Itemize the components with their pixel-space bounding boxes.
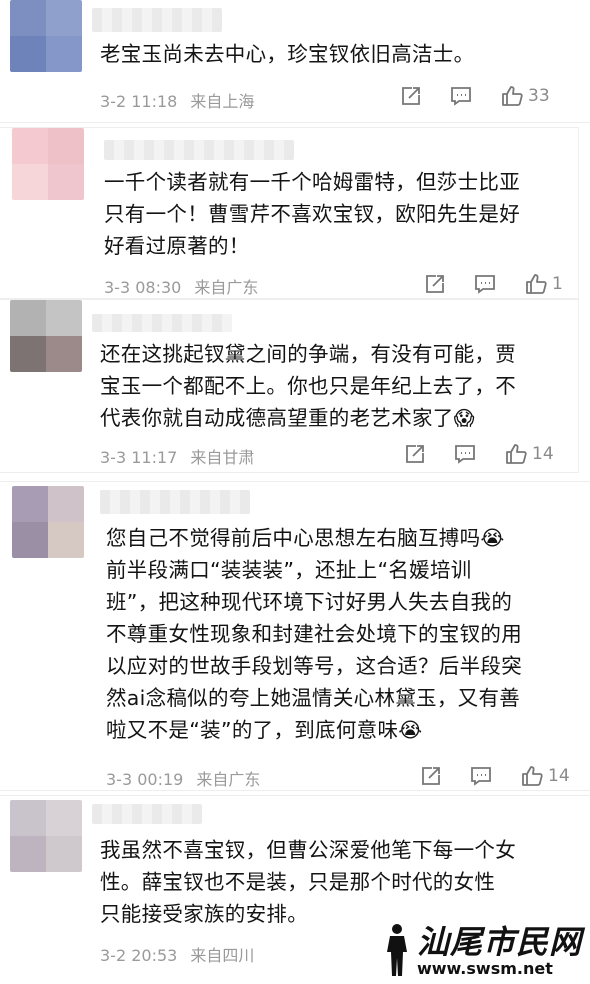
comment-time: 3-3 08:30 <box>104 278 182 297</box>
avatar-block <box>12 128 48 164</box>
site-watermark: 汕尾市民网 www.swsm.net <box>377 922 582 978</box>
comment-time: 3-2 11:18 <box>100 92 178 111</box>
comment-icon <box>455 445 475 464</box>
avatar-block <box>46 800 82 836</box>
username-blurred[interactable] <box>92 804 202 824</box>
avatar-block <box>10 336 46 372</box>
like-button[interactable]: 1 <box>524 272 563 296</box>
reply-button[interactable] <box>474 273 496 295</box>
comment-card: 您自己不觉得前后中心思想左右脑互搏吗😭 前半段满口“装装装”，还扯上“名媛培训 … <box>0 482 590 790</box>
comment-meta: 3-2 20:53 来自四川 <box>100 942 254 966</box>
avatar-block <box>48 128 84 164</box>
comment-text: 我虽然不喜宝钗，但曹公深爱他笔下每一个女 性。薛宝钗也不是装，只是那个时代的女性… <box>100 838 516 926</box>
comment-actions: 1 <box>424 272 563 296</box>
avatar-block <box>12 164 48 200</box>
watermark-url: www.swsm.net <box>416 959 553 978</box>
silhouette-figure-logo <box>386 924 407 976</box>
avatar-block <box>46 336 82 372</box>
watermark-site-name: 汕尾市民网 <box>416 923 582 961</box>
comment-text: 一千个读者就有一千个哈姆雷特，但莎士比亚 只有一个！曹雪芹不喜欢宝钗，欧阳先生是… <box>104 170 520 258</box>
like-count: 33 <box>528 86 550 106</box>
comment-meta: 3-3 08:30 来自广东 <box>104 274 258 298</box>
avatar-block <box>46 0 82 36</box>
comment-actions: 14 <box>420 764 570 788</box>
comment-source: 来自上海 <box>190 92 255 111</box>
username-blurred[interactable] <box>100 490 250 514</box>
comment-card: 还在这挑起钗黛之间的争端，有没有可能，贾 宝玉一个都配不上。你也只是年纪上去了，… <box>0 300 578 472</box>
like-count: 14 <box>548 766 570 786</box>
comment-meta: 3-2 11:18 来自上海 <box>100 88 254 112</box>
share-button[interactable] <box>420 765 442 787</box>
comment-actions: 33 <box>400 84 550 108</box>
comment-meta: 3-3 00:19 来自广东 <box>106 766 260 790</box>
like-button[interactable]: 33 <box>500 84 550 108</box>
thumbs-up-icon <box>526 274 547 294</box>
avatar-block <box>46 36 82 72</box>
username-blurred[interactable] <box>92 8 222 32</box>
avatar-block <box>46 836 82 872</box>
comment-actions: 14 <box>404 442 554 466</box>
comment-time: 3-2 20:53 <box>100 946 178 965</box>
comment-card: 老宝玉尚未去中心，珍宝钗依旧高洁士。 3-2 11:18 来自上海 33 <box>0 0 590 122</box>
avatar[interactable] <box>10 300 82 372</box>
comment-icon <box>475 275 495 294</box>
comment-source: 来自甘肃 <box>190 448 255 467</box>
comment-card: 一千个读者就有一千个哈姆雷特，但莎士比亚 只有一个！曹雪芹不喜欢宝钗，欧阳先生是… <box>0 128 578 298</box>
comment-icon <box>471 767 491 786</box>
avatar-block <box>12 522 48 558</box>
avatar-block <box>46 300 82 336</box>
avatar[interactable] <box>12 486 84 558</box>
scream-emoji: 😱 <box>453 406 475 430</box>
share-button[interactable] <box>404 443 426 465</box>
thumbs-up-icon <box>522 766 543 786</box>
avatar-block <box>48 522 84 558</box>
comment-source: 来自四川 <box>190 946 255 965</box>
avatar[interactable] <box>10 0 82 72</box>
avatar-block <box>10 36 46 72</box>
comment-source: 来自广东 <box>196 770 261 789</box>
comment-time: 3-3 00:19 <box>106 770 184 789</box>
share-button[interactable] <box>424 273 446 295</box>
avatar-block <box>10 300 46 336</box>
comment-text: 老宝玉尚未去中心，珍宝钗依旧高洁士。 <box>100 42 475 66</box>
reply-button[interactable] <box>454 443 476 465</box>
thumbs-up-icon <box>506 444 527 464</box>
comment-meta: 3-3 11:17 来自甘肃 <box>100 444 254 468</box>
like-button[interactable]: 14 <box>504 442 554 466</box>
comment-time: 3-3 11:17 <box>100 448 178 467</box>
username-blurred[interactable] <box>104 140 294 160</box>
share-icon <box>426 275 444 293</box>
reply-button[interactable] <box>470 765 492 787</box>
share-button[interactable] <box>400 85 422 107</box>
reply-button[interactable] <box>450 85 472 107</box>
comment-text: 您自己不觉得前后中心思想左右脑互搏吗😭 前半段满口“装装装”，还扯上“名媛培训 … <box>106 526 522 742</box>
share-icon <box>406 445 424 463</box>
avatar-block <box>48 164 84 200</box>
like-count: 14 <box>532 444 554 464</box>
avatar[interactable] <box>10 800 82 872</box>
comment-text: 还在这挑起钗黛之间的争端，有没有可能，贾 宝玉一个都配不上。你也只是年纪上去了，… <box>100 338 572 434</box>
comment-source: 来自广东 <box>194 278 259 297</box>
thumbs-up-icon <box>502 86 523 106</box>
share-icon <box>422 767 440 785</box>
share-icon <box>402 87 420 105</box>
like-count: 1 <box>552 274 563 294</box>
username-blurred[interactable] <box>92 314 232 332</box>
avatar-block <box>48 486 84 522</box>
comment-icon <box>451 87 471 106</box>
avatar[interactable] <box>12 128 84 200</box>
like-button[interactable]: 14 <box>520 764 570 788</box>
avatar-block <box>10 0 46 36</box>
avatar-block <box>10 800 46 836</box>
avatar-block <box>12 486 48 522</box>
avatar-block <box>10 836 46 872</box>
